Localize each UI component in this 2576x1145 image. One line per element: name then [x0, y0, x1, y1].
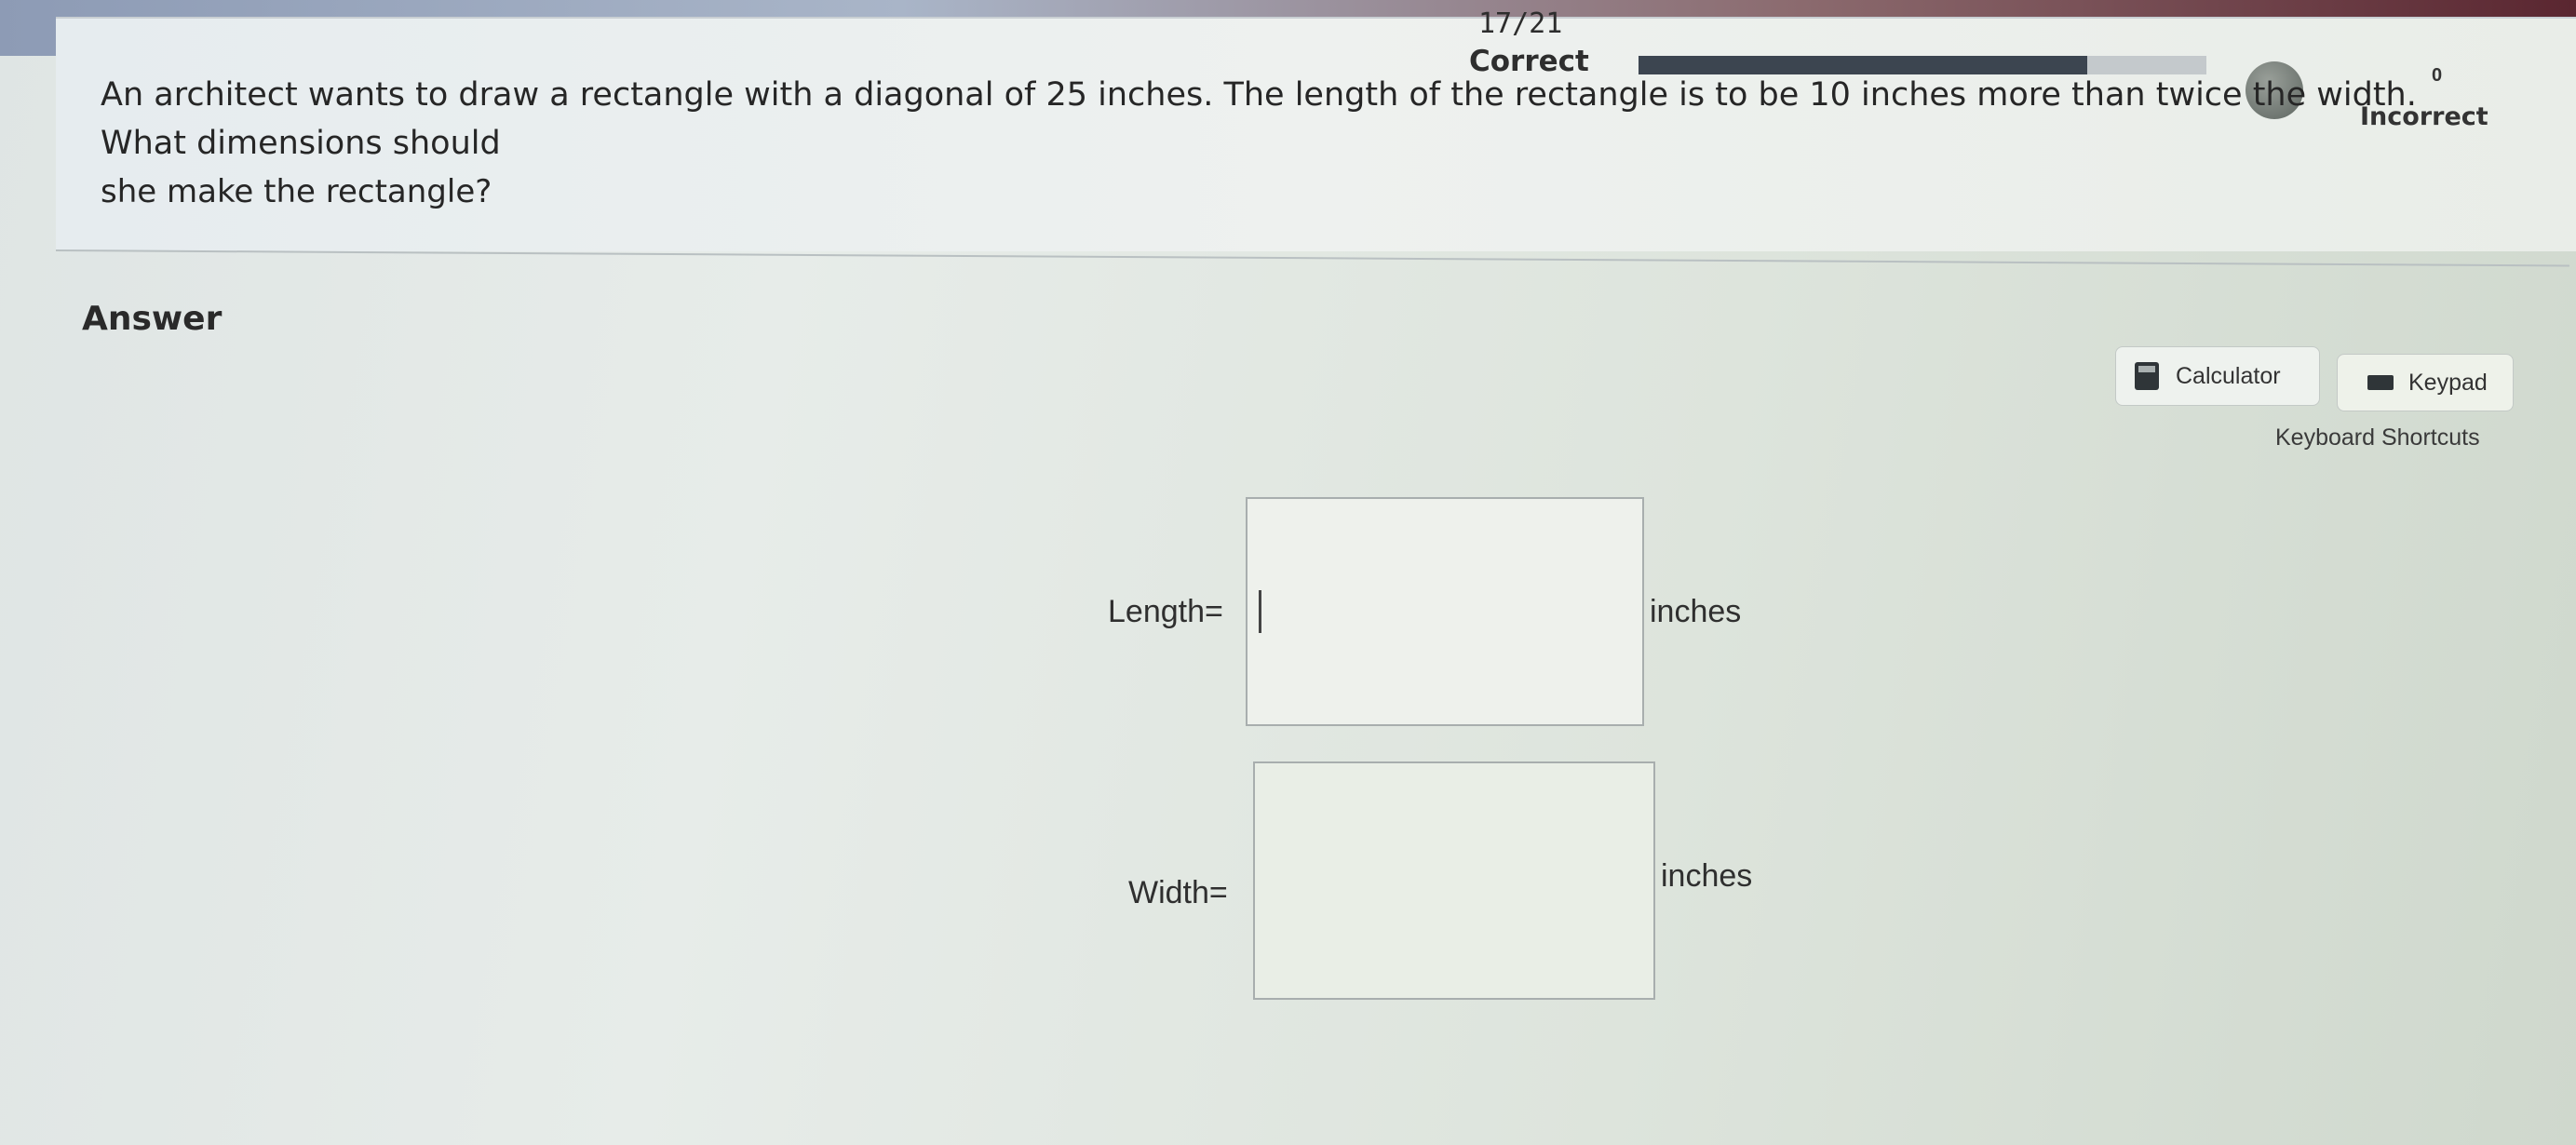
keyboard-shortcuts-link[interactable]: Keyboard Shortcuts [2275, 424, 2480, 451]
calculator-icon [2135, 362, 2159, 390]
question-text: An architect wants to draw a rectangle w… [101, 71, 2502, 216]
keypad-icon [2367, 375, 2394, 390]
keypad-button[interactable]: Keypad [2337, 354, 2514, 411]
length-unit: inches [1650, 594, 1742, 629]
width-label: Width= [1128, 875, 1228, 910]
keypad-label: Keypad [2408, 369, 2488, 396]
calculator-button[interactable]: Calculator [2115, 346, 2320, 406]
progress-count: 17/21 [1478, 7, 1563, 40]
question-line-1: An architect wants to draw a rectangle w… [101, 76, 2417, 162]
width-unit: inches [1661, 858, 1753, 894]
text-cursor [1259, 590, 1261, 633]
answer-heading: Answer [82, 300, 223, 338]
length-label: Length= [1108, 594, 1223, 629]
divider [55, 249, 2569, 267]
calculator-label: Calculator [2176, 362, 2281, 389]
width-input[interactable] [1253, 761, 1655, 1000]
question-line-2: she make the rectangle? [101, 173, 492, 210]
length-input[interactable] [1246, 497, 1644, 726]
